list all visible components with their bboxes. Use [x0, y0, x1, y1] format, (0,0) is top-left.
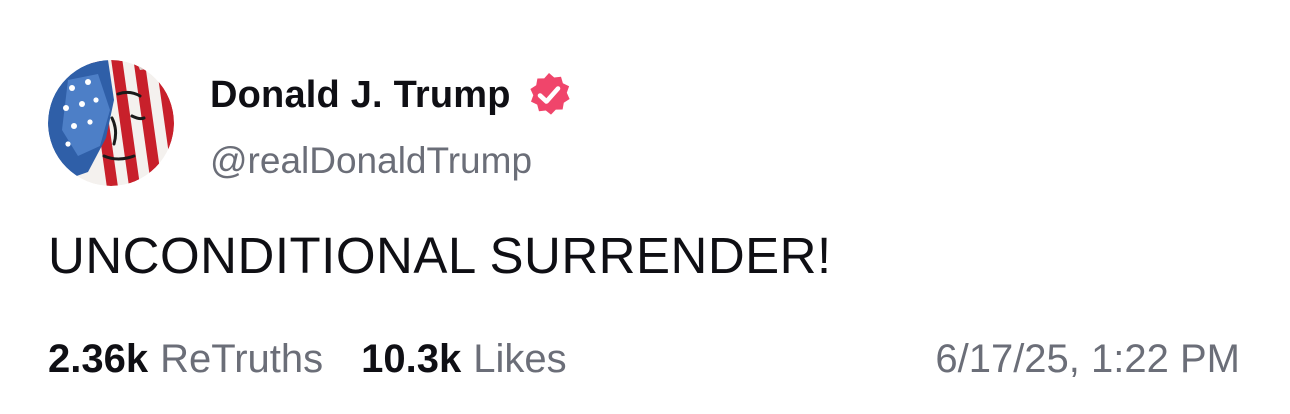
verified-badge-icon [525, 71, 573, 119]
author-name-row: Donald J. Trump [210, 70, 573, 120]
retruths-count: 2.36k [48, 336, 149, 381]
author-display-name[interactable]: Donald J. Trump [210, 74, 511, 117]
flag-portrait-icon [48, 60, 174, 186]
author-handle[interactable]: @realDonaldTrump [210, 140, 532, 182]
retruths-label: ReTruths [160, 336, 324, 381]
author-avatar[interactable] [48, 60, 174, 186]
likes-count: 10.3k [361, 336, 462, 381]
retruths-stat[interactable]: 2.36k ReTruths [48, 337, 323, 382]
post-stats: 2.36k ReTruths 10.3k Likes [48, 333, 567, 385]
post-timestamp[interactable]: 6/17/25, 1:22 PM [935, 333, 1240, 385]
post-text: UNCONDITIONAL SURRENDER! [48, 227, 832, 284]
truth-post: Donald J. Trump @realDonaldTrump UNCONDI… [0, 0, 1290, 414]
likes-label: Likes [473, 336, 567, 381]
likes-stat[interactable]: 10.3k Likes [361, 337, 567, 382]
